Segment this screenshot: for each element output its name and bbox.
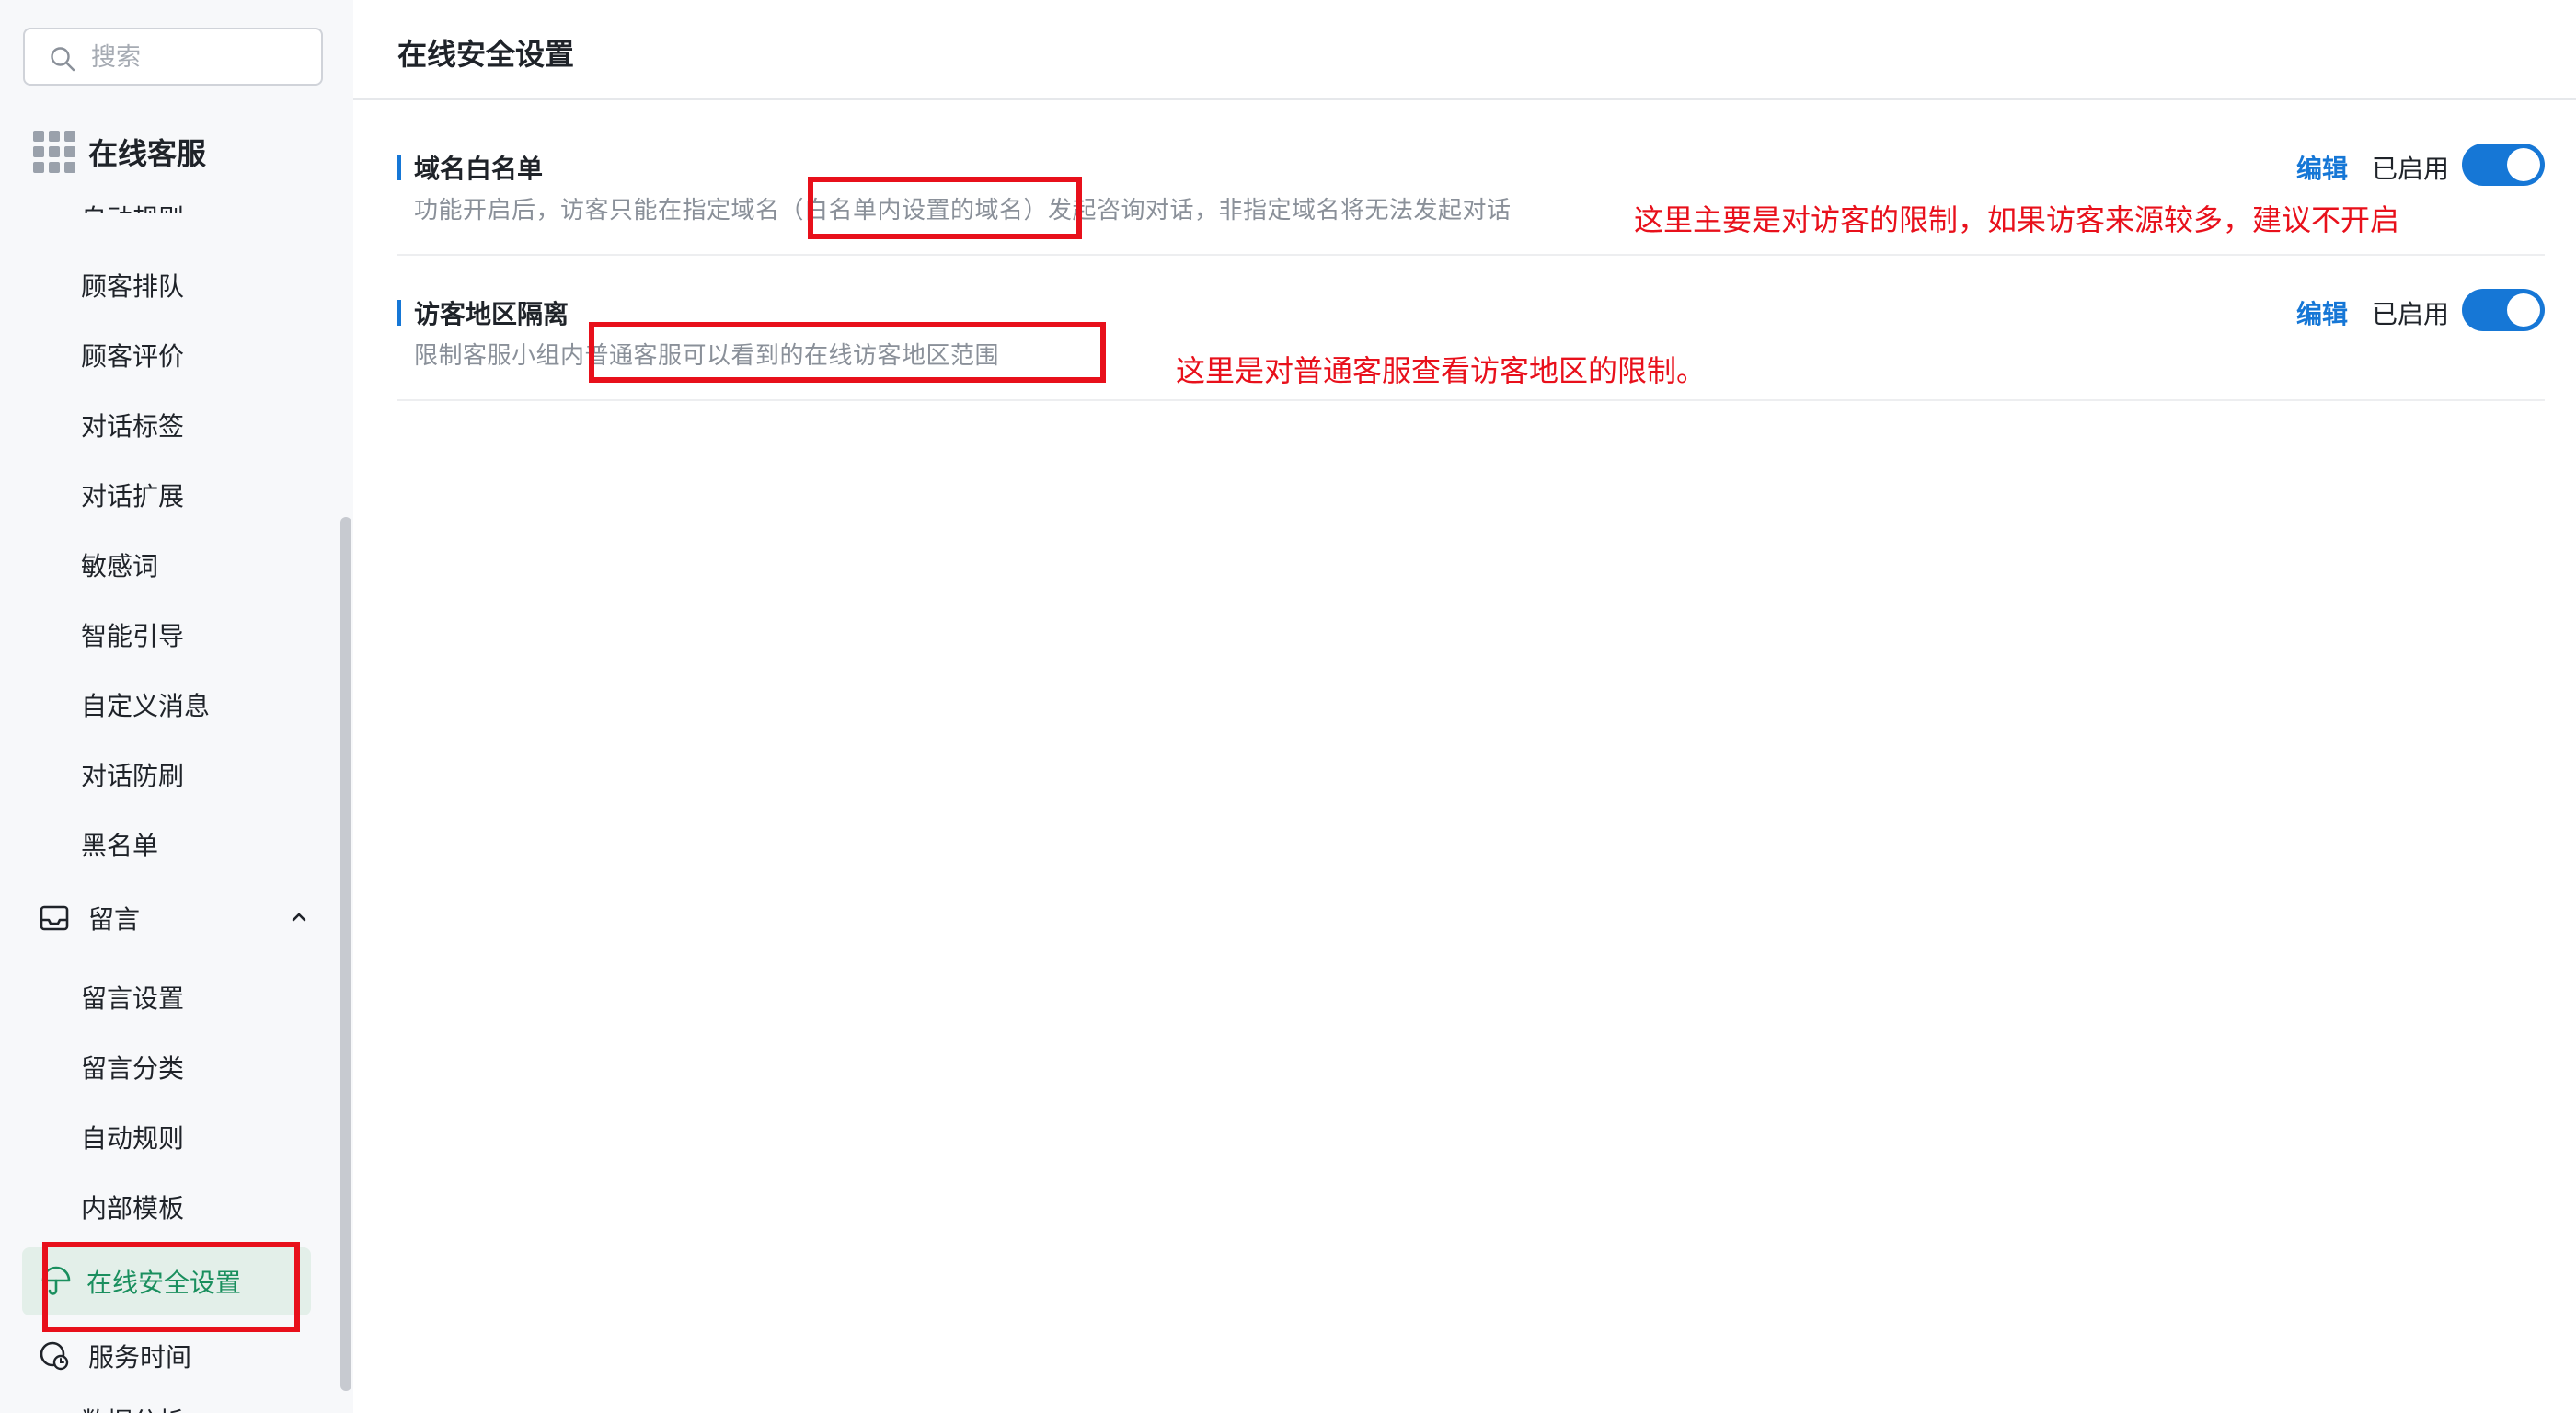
sidebar-item-conversation-tags[interactable]: 对话标签 <box>81 407 184 443</box>
sidebar-item-blacklist[interactable]: 黑名单 <box>81 826 158 863</box>
sidebar-item-conversation-extension[interactable]: 对话扩展 <box>81 477 184 513</box>
sidebar-scrollbar[interactable] <box>340 517 351 1391</box>
sidebar-item-custom-message[interactable]: 自定义消息 <box>81 686 210 723</box>
main-content: 在线安全设置 域名白名单 功能开启后，访客只能在指定域名（白名单内设置的域名）发… <box>353 0 2576 1413</box>
annotation-note: 这里是对普通客服查看访客地区的限制。 <box>1176 353 1707 388</box>
sidebar-item-partial-top[interactable]: 自动规则 <box>81 199 184 213</box>
annotation-highlight-box <box>42 1242 300 1332</box>
setting-name: 访客地区隔离 <box>414 299 569 329</box>
setting-name: 域名白名单 <box>414 154 544 184</box>
enable-toggle[interactable] <box>2462 289 2545 331</box>
edit-button[interactable]: 编辑 <box>2296 294 2348 331</box>
enable-toggle[interactable] <box>2462 144 2545 186</box>
sidebar: 在线客服 自动规则 顾客排队 顾客评价 对话标签 对话扩展 敏感词 智能引导 自… <box>0 0 353 1413</box>
sidebar-item-anti-spam[interactable]: 对话防刷 <box>81 756 184 793</box>
row-divider <box>397 254 2545 256</box>
module-title[interactable]: 在线客服 <box>33 129 206 175</box>
section-accent-bar <box>397 155 401 180</box>
module-title-label: 在线客服 <box>88 136 207 171</box>
section-accent-bar <box>397 300 401 326</box>
sidebar-item-service-hours[interactable]: 服务时间 <box>39 1338 191 1374</box>
grid-icon <box>33 131 75 173</box>
status-label: 已启用 <box>2372 154 2450 184</box>
clock-icon <box>40 1341 69 1371</box>
status-label: 已启用 <box>2372 299 2450 329</box>
sidebar-item-customer-queue[interactable]: 顾客排队 <box>81 267 184 304</box>
sidebar-item-customer-rating[interactable]: 顾客评价 <box>81 337 184 373</box>
chevron-up-icon[interactable] <box>285 903 313 931</box>
search-box[interactable] <box>23 28 323 86</box>
sidebar-item-sensitive-words[interactable]: 敏感词 <box>81 546 158 583</box>
sidebar-item-smart-guide[interactable]: 智能引导 <box>81 616 184 653</box>
edit-button[interactable]: 编辑 <box>2296 149 2348 186</box>
annotation-note: 这里主要是对访客的限制，如果访客来源较多，建议不开启 <box>1634 202 2400 237</box>
row-divider <box>397 399 2545 401</box>
annotation-highlight-box <box>589 322 1106 383</box>
sidebar-item-internal-template[interactable]: 内部模板 <box>81 1189 184 1225</box>
sidebar-group-label: 留言 <box>88 904 141 935</box>
page-title: 在线安全设置 <box>397 37 575 72</box>
sidebar-item-message-category[interactable]: 留言分类 <box>81 1049 184 1086</box>
sidebar-item-auto-rules[interactable]: 自动规则 <box>81 1119 184 1155</box>
inbox-icon <box>40 905 69 931</box>
sidebar-group-messages[interactable]: 留言 <box>39 900 315 936</box>
sidebar-item-partial-bottom[interactable]: 数据分析 <box>81 1402 184 1413</box>
toggle-knob <box>2507 148 2540 181</box>
search-input[interactable] <box>91 39 312 75</box>
annotation-highlight-box <box>808 177 1082 239</box>
search-icon <box>51 47 75 72</box>
title-divider <box>353 98 2576 100</box>
sidebar-item-label: 服务时间 <box>88 1342 192 1373</box>
sidebar-item-message-settings[interactable]: 留言设置 <box>81 979 184 1016</box>
toggle-knob <box>2507 293 2540 327</box>
